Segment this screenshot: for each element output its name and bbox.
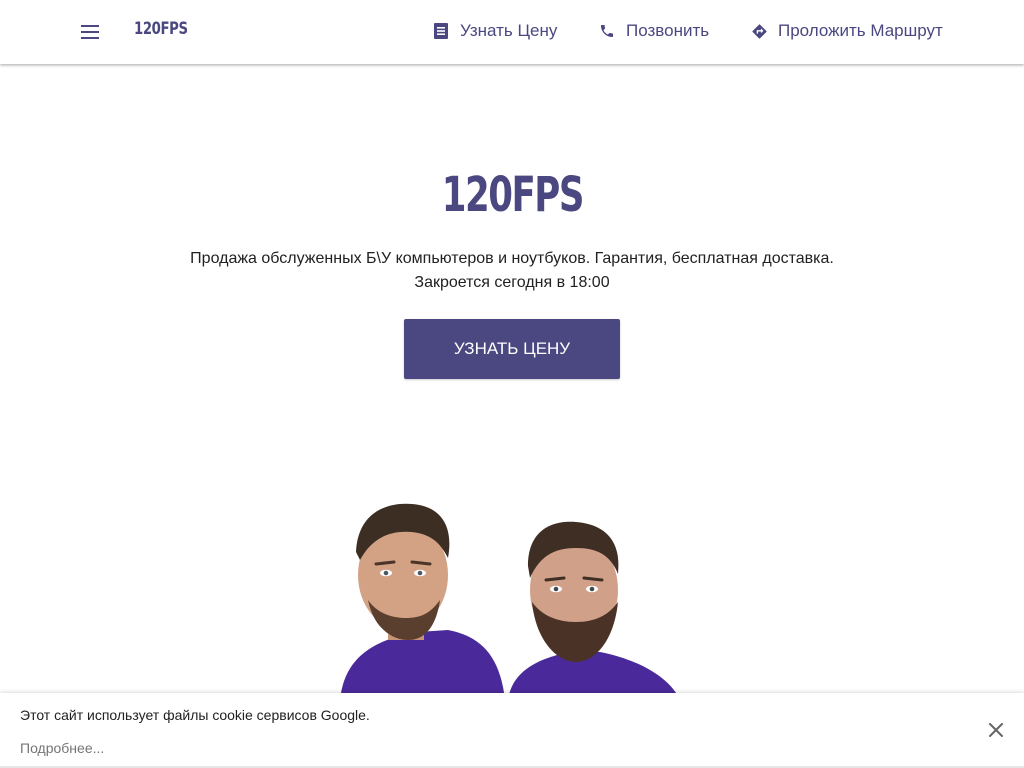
directions-label: Проложить Маршрут — [778, 21, 943, 40]
brand-logo[interactable]: 120FPS — [134, 19, 188, 39]
cookie-banner: Этот сайт использует файлы cookie сервис… — [0, 693, 1024, 768]
hero-title: 120FPS — [0, 166, 1024, 224]
close-icon[interactable] — [984, 718, 1008, 742]
get-price-button[interactable]: УЗНАТЬ ЦЕНУ — [404, 319, 620, 379]
directions-icon — [750, 22, 768, 40]
opening-hours: Закроется сегодня в 18:00 — [414, 274, 610, 291]
hamburger-menu-icon[interactable] — [78, 20, 102, 44]
get-price-label: Узнать Цену — [460, 21, 558, 40]
hero-title-text: 120FPS — [441, 167, 584, 223]
call-label: Позвонить — [626, 21, 710, 40]
call-link[interactable]: Позвонить — [598, 18, 709, 44]
directions-link[interactable]: Проложить Маршрут — [750, 18, 943, 44]
cookie-notice-text: Этот сайт использует файлы cookie сервис… — [20, 707, 370, 723]
get-price-link[interactable]: Узнать Цену — [432, 18, 557, 44]
top-app-bar: 120FPS Узнать Цену Позвонить Проложить М… — [0, 0, 1024, 64]
phone-icon — [598, 22, 616, 40]
cookie-more-link[interactable]: Подробнее... — [20, 740, 104, 756]
hero-description: Продажа обслуженных Б\У компьютеров и но… — [190, 250, 834, 267]
document-icon — [432, 22, 450, 40]
person-right — [508, 521, 680, 700]
team-photo — [340, 503, 680, 700]
person-left — [340, 503, 505, 700]
